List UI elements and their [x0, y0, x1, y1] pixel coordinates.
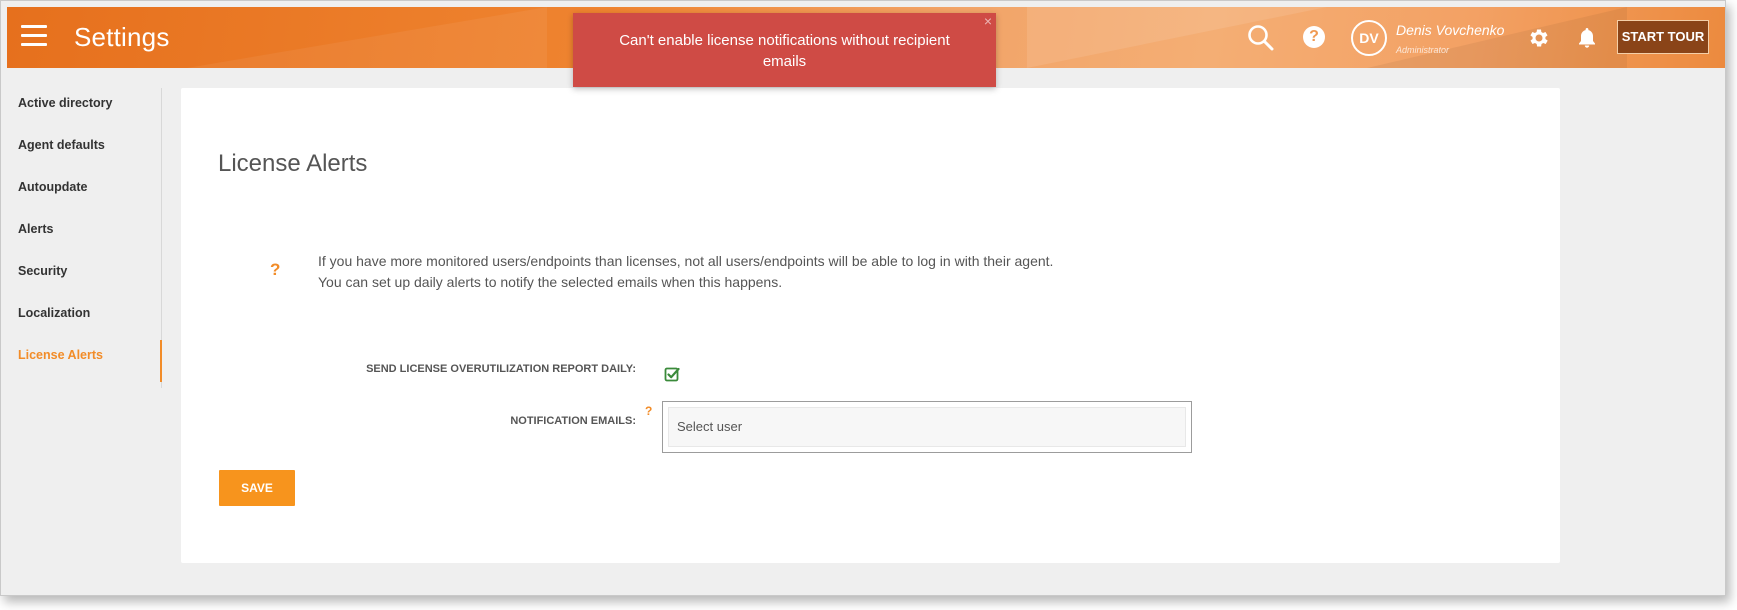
avatar[interactable]: DV	[1351, 20, 1387, 56]
sidebar-item-active-directory[interactable]: Active directory	[7, 88, 161, 130]
start-tour-button[interactable]: START TOUR	[1617, 20, 1709, 54]
sidebar-item-alerts[interactable]: Alerts	[7, 214, 161, 256]
user-name[interactable]: Denis Vovchenko	[1396, 22, 1504, 38]
notification-emails-select[interactable]: Select user	[662, 401, 1192, 453]
save-button[interactable]: SAVE	[219, 470, 295, 506]
menu-icon[interactable]	[21, 25, 47, 47]
error-toast: Can't enable license notifications witho…	[573, 13, 996, 87]
sidebar-item-autoupdate[interactable]: Autoupdate	[7, 172, 161, 214]
search-icon[interactable]	[1247, 24, 1275, 52]
gear-icon[interactable]	[1527, 26, 1551, 50]
bell-icon[interactable]	[1577, 26, 1597, 50]
page-title: License Alerts	[218, 150, 368, 177]
report-daily-checkbox[interactable]	[664, 366, 680, 382]
app-title: Settings	[74, 22, 170, 52]
select-user-input[interactable]: Select user	[668, 407, 1186, 447]
app-window: Settings ? DV Denis Vovchenko Administra…	[0, 0, 1726, 596]
emails-help-icon[interactable]: ?	[645, 404, 652, 418]
sidebar-item-security[interactable]: Security	[7, 256, 161, 298]
info-question-icon: ?	[270, 260, 281, 279]
sidebar-item-localization[interactable]: Localization	[7, 298, 161, 340]
close-icon[interactable]: ×	[984, 11, 992, 32]
report-label: SEND LICENSE OVERUTILIZATION REPORT DAIL…	[366, 363, 636, 375]
sidebar-item-license-alerts[interactable]: License Alerts	[7, 340, 162, 382]
user-role: Administrator	[1396, 45, 1450, 55]
notification-emails-label: NOTIFICATION EMAILS:	[510, 415, 636, 427]
sidebar-item-agent-defaults[interactable]: Agent defaults	[7, 130, 161, 172]
settings-sidebar: Active directory Agent defaults Autoupda…	[7, 88, 162, 388]
toast-message: Can't enable license notifications witho…	[619, 32, 950, 70]
content-card: License Alerts ? If you have more monito…	[181, 88, 1560, 563]
help-icon[interactable]: ?	[1303, 26, 1325, 48]
info-text: If you have more monitored users/endpoin…	[318, 253, 1054, 290]
